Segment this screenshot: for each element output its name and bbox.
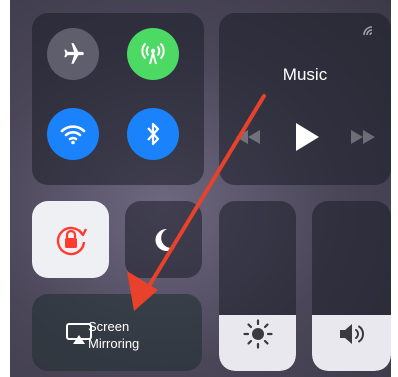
airplay-audio-icon[interactable] — [361, 23, 379, 41]
music-title: Music — [282, 65, 328, 84]
next-track-icon[interactable] — [350, 129, 376, 145]
control-center: Music Screen Mirroring — [10, 0, 391, 377]
cellular-data-toggle[interactable] — [127, 28, 179, 80]
volume-slider[interactable] — [312, 201, 391, 371]
wifi-icon — [60, 125, 86, 145]
orientation-lock-toggle[interactable] — [32, 201, 109, 278]
play-icon[interactable] — [293, 122, 321, 152]
connectivity-panel — [32, 13, 204, 185]
bluetooth-toggle[interactable] — [127, 108, 179, 160]
screen-mirroring-line2: Mirroring — [88, 336, 140, 351]
airplane-mode-toggle[interactable] — [47, 28, 99, 80]
music-panel: Music — [219, 13, 391, 185]
screen-mirroring-line1: Screen — [88, 319, 130, 334]
orientation-lock-icon — [56, 226, 88, 256]
speaker-icon — [340, 324, 365, 344]
moon-icon — [155, 228, 175, 251]
cellular-antenna-icon — [141, 42, 165, 65]
previous-track-icon[interactable] — [235, 129, 261, 145]
sun-icon — [243, 319, 273, 349]
screen-mirroring-label: Screen Mirroring — [88, 318, 139, 352]
bluetooth-icon — [147, 122, 160, 146]
airplane-icon — [64, 43, 84, 64]
wifi-toggle[interactable] — [47, 108, 99, 160]
brightness-slider[interactable] — [219, 201, 296, 371]
do-not-disturb-toggle[interactable] — [125, 201, 202, 278]
